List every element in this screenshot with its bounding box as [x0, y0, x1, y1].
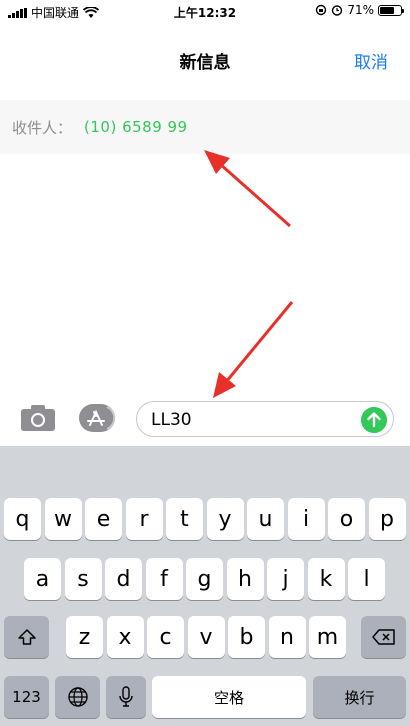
dictation-key[interactable] [106, 676, 146, 718]
arrow-to-message-field [213, 301, 294, 398]
shift-icon [17, 629, 36, 645]
battery-icon [378, 4, 404, 16]
delete-key[interactable] [361, 616, 406, 658]
keyboard: 123 空格 换行 qwertyuiop asdfghjkl zxcvbnm [0, 446, 410, 726]
key-i[interactable]: i [287, 498, 325, 540]
key-d[interactable]: d [105, 558, 142, 600]
key-z[interactable]: z [66, 616, 103, 658]
globe-icon [67, 687, 88, 707]
send-button[interactable] [361, 407, 387, 433]
cancel-button[interactable]: 取消 [354, 48, 388, 73]
key-j[interactable]: j [267, 558, 304, 600]
key-t[interactable]: t [166, 498, 203, 540]
rotation-lock-icon [316, 4, 327, 16]
shift-key[interactable] [4, 616, 49, 658]
return-key[interactable]: 换行 [313, 676, 406, 718]
key-u[interactable]: u [247, 498, 284, 540]
status-bar: 中国联通 上午12:32 71% [0, 0, 410, 24]
key-h[interactable]: h [226, 558, 264, 600]
microphone-icon [119, 686, 133, 707]
key-c[interactable]: c [147, 616, 184, 658]
backspace-icon [371, 629, 395, 645]
key-x[interactable]: x [106, 616, 144, 658]
key-q[interactable]: q [4, 498, 41, 540]
space-key[interactable]: 空格 [152, 676, 306, 718]
key-m[interactable]: m [309, 616, 346, 658]
key-e[interactable]: e [85, 498, 122, 540]
key-s[interactable]: s [64, 558, 102, 600]
recipient-label: 收件人： [12, 118, 73, 137]
message-input[interactable] [151, 408, 351, 432]
key-y[interactable]: y [206, 498, 244, 540]
message-field[interactable] [136, 401, 394, 437]
numbers-key[interactable]: 123 [4, 676, 49, 718]
battery-fill [380, 6, 395, 14]
key-a[interactable]: a [24, 558, 61, 600]
status-right: 71% [315, 3, 404, 17]
recipient-value[interactable]: (10) 6589 99 [84, 118, 188, 136]
arrow-to-recipient [204, 150, 291, 228]
battery-percent: 71% [347, 3, 374, 17]
key-k[interactable]: k [307, 558, 345, 600]
compose-bar [0, 396, 410, 446]
key-v[interactable]: v [187, 616, 225, 658]
key-g[interactable]: g [186, 558, 223, 600]
key-p[interactable]: p [368, 498, 406, 540]
key-f[interactable]: f [145, 558, 183, 600]
key-r[interactable]: r [125, 498, 163, 540]
page-title: 新信息 [179, 53, 231, 73]
key-l[interactable]: l [348, 558, 385, 600]
key-w[interactable]: w [44, 498, 82, 540]
app-store-icon[interactable] [78, 404, 118, 432]
nav-bar: 新信息 取消 [0, 24, 410, 96]
key-b[interactable]: b [228, 616, 265, 658]
camera-icon[interactable] [20, 404, 56, 432]
recipient-row[interactable]: 收件人： (10) 6589 99 [0, 100, 410, 154]
key-o[interactable]: o [328, 498, 365, 540]
alarm-icon [332, 5, 343, 16]
globe-key[interactable] [55, 676, 100, 718]
key-n[interactable]: n [268, 616, 306, 658]
